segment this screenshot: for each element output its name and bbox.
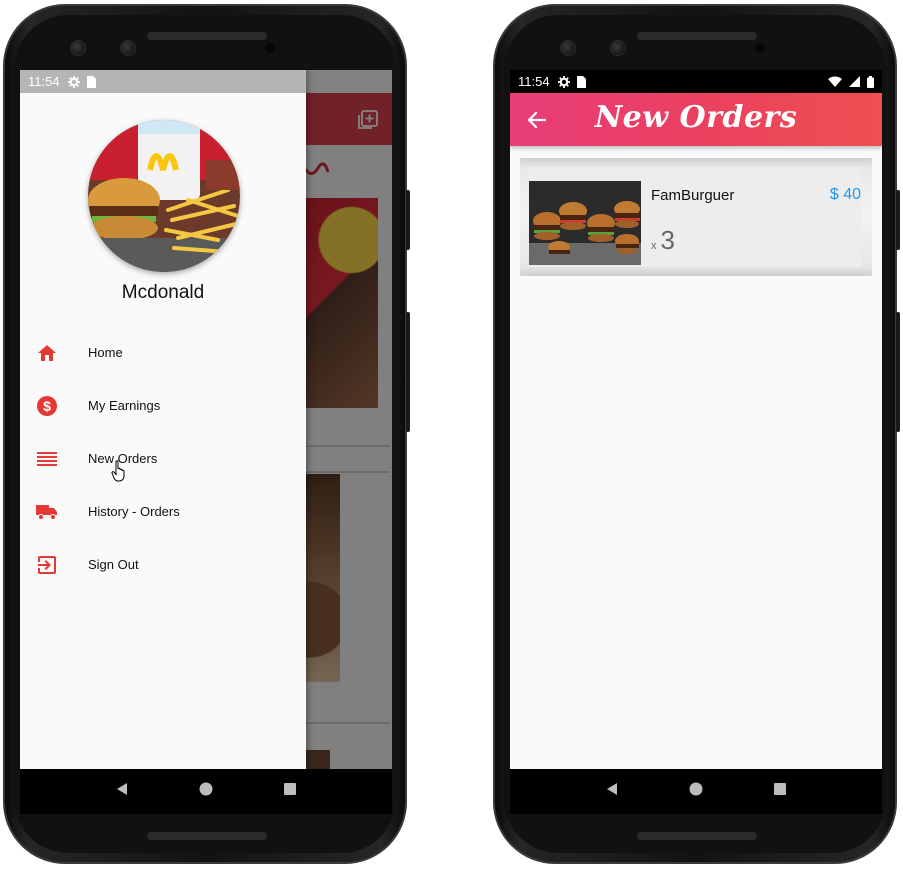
front-camera-icon — [120, 40, 136, 56]
order-item-quantity: x3 — [651, 225, 675, 256]
status-bar: 11:54 — [510, 70, 882, 93]
phone-left: 11:54 Mcdonald Home $ My Earnings New Or… — [3, 4, 410, 864]
front-camera-icon — [610, 40, 626, 56]
app-bar: New Orders — [510, 93, 882, 146]
front-camera-icon — [560, 40, 576, 56]
screen-left: 11:54 Mcdonald Home $ My Earnings New Or… — [20, 70, 392, 814]
drawer-item-home[interactable]: Home — [20, 333, 306, 373]
drawer-item-history-orders[interactable]: History - Orders — [20, 492, 306, 532]
status-bar: 11:54 — [20, 70, 306, 93]
hand-cursor-icon — [111, 460, 129, 487]
status-time: 11:54 — [28, 74, 60, 89]
svg-text:$: $ — [43, 398, 51, 414]
page-title: New Orders — [594, 100, 798, 135]
wifi-icon — [828, 76, 842, 87]
exit-icon — [36, 555, 58, 575]
quantity-value: 3 — [660, 225, 675, 255]
bottom-speaker — [637, 832, 757, 840]
drawer-item-sign-out[interactable]: Sign Out — [20, 545, 306, 585]
order-card-content: FamBurguer $ 40 x3 — [529, 167, 861, 267]
drawer-item-label: My Earnings — [88, 398, 161, 413]
order-card[interactable]: FamBurguer $ 40 x3 — [520, 158, 872, 276]
drawer-item-new-orders[interactable]: New Orders — [20, 439, 306, 479]
order-item-price: $ 40 — [829, 186, 861, 203]
avatar — [88, 120, 240, 272]
quantity-prefix: x — [651, 240, 657, 252]
nav-home-icon[interactable] — [199, 782, 213, 801]
settings-icon — [557, 75, 570, 88]
proximity-sensor — [755, 43, 765, 53]
sim-card-icon — [86, 75, 96, 88]
settings-icon — [67, 75, 80, 88]
nav-back-icon[interactable] — [605, 782, 619, 801]
screen-right: 11:54 New Orders FamBurguer $ 40 x 3 — [510, 70, 882, 814]
power-button — [896, 190, 900, 250]
nav-recents-icon[interactable] — [283, 782, 297, 801]
profile-name: Mcdonald — [121, 282, 205, 303]
status-time: 11:54 — [518, 74, 550, 89]
nav-back-icon[interactable] — [115, 782, 129, 801]
front-camera-icon — [70, 40, 86, 56]
sim-card-icon — [576, 75, 586, 88]
volume-button — [896, 312, 900, 432]
list-icon — [36, 449, 58, 469]
drawer-item-my-earnings[interactable]: $ My Earnings — [20, 386, 306, 426]
truck-icon — [36, 502, 58, 522]
bottom-speaker — [147, 832, 267, 840]
system-nav-bar — [20, 769, 392, 814]
dollar-circle-icon: $ — [36, 396, 58, 416]
earpiece-speaker — [147, 32, 267, 40]
order-item-name: FamBurguer — [651, 187, 735, 204]
proximity-sensor — [265, 43, 275, 53]
signal-icon — [849, 76, 860, 87]
drawer-item-label: Home — [88, 345, 123, 360]
nav-home-icon[interactable] — [689, 782, 703, 801]
phone-right: 11:54 New Orders FamBurguer $ 40 x 3 — [493, 4, 900, 864]
home-icon — [36, 343, 58, 363]
navigation-drawer: 11:54 Mcdonald Home $ My Earnings New Or… — [20, 70, 306, 769]
earpiece-speaker — [637, 32, 757, 40]
drawer-item-label: Sign Out — [88, 557, 139, 572]
nav-recents-icon[interactable] — [773, 782, 787, 801]
system-nav-bar — [510, 769, 882, 814]
battery-icon — [867, 75, 874, 88]
power-button — [406, 190, 410, 250]
volume-button — [406, 312, 410, 432]
order-food-image — [529, 181, 641, 265]
drawer-item-label: History - Orders — [88, 504, 180, 519]
